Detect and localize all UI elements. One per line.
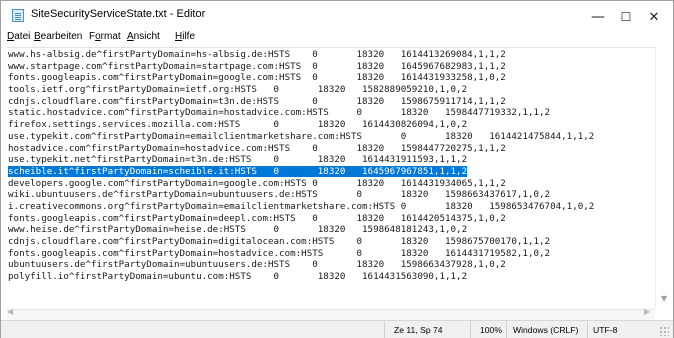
scroll-left-arrow-icon[interactable]: ◀ xyxy=(7,307,13,316)
text-line: www.heise.de^firstPartyDomain=heise.de:H… xyxy=(8,224,468,236)
menu-hilfe[interactable]: Hilfe xyxy=(175,31,195,42)
text-line: developers.google.com^firstPartyDomain=g… xyxy=(8,177,506,189)
text-line: use.typekit.com^firstPartyDomain=emailcl… xyxy=(8,130,595,142)
menu-bearbeiten[interactable]: Bearbeiten xyxy=(34,31,82,42)
text-line: wiki.ubuntuusers.de^firstPartyDomain=ubu… xyxy=(8,189,551,201)
window-title: SiteSecurityServiceState.txt - Editor xyxy=(31,8,206,20)
text-line: firefox.settings.services.mozilla.com:HS… xyxy=(8,119,468,131)
status-divider xyxy=(470,321,471,338)
menu-bar: Datei Bearbeiten Format Ansicht Hilfe xyxy=(1,29,673,47)
menu-ansicht-label: nsicht xyxy=(133,31,160,42)
editor-window: SiteSecurityServiceState.txt - Editor — … xyxy=(0,0,674,338)
status-divider xyxy=(506,321,507,338)
text-line: www.hs-albsig.de^firstPartyDomain=hs-alb… xyxy=(8,49,506,60)
menu-bearbeiten-label: earbeiten xyxy=(40,31,83,42)
scroll-down-arrow-icon[interactable]: ▼ xyxy=(661,294,667,303)
text-line: fonts.googleapis.com^firstPartyDomain=de… xyxy=(8,212,506,224)
menu-ansicht[interactable]: Ansicht xyxy=(127,31,160,42)
status-divider xyxy=(384,321,385,338)
line-ending: Windows (CRLF) xyxy=(513,325,579,335)
notepad-icon xyxy=(12,9,24,22)
text-line: hostadvice.com^firstPartyDomain=hostadvi… xyxy=(8,142,506,154)
menu-format[interactable]: Format xyxy=(89,31,121,42)
menu-datei-label: atei xyxy=(14,31,31,42)
text-line: tools.ietf.org^firstPartyDomain=ietf.org… xyxy=(8,84,468,96)
text-lines: www.hs-albsig.de^firstPartyDomain=hs-alb… xyxy=(8,49,594,283)
status-bar: Ze 11, Sp 74 100% Windows (CRLF) UTF-8 xyxy=(1,320,673,338)
vertical-scrollbar[interactable]: ▼ xyxy=(655,47,673,309)
text-line: cdnjs.cloudflare.com^firstPartyDomain=t3… xyxy=(8,95,506,107)
status-divider xyxy=(587,321,588,338)
zoom-level: 100% xyxy=(480,325,502,335)
text-area[interactable]: www.hs-albsig.de^firstPartyDomain=hs-alb… xyxy=(7,47,655,308)
text-line: static.hostadvice.com^firstPartyDomain=h… xyxy=(8,107,551,119)
title-bar[interactable]: SiteSecurityServiceState.txt - Editor — … xyxy=(1,1,673,29)
menu-bearbeiten-accel: B xyxy=(34,31,41,42)
menu-ansicht-accel: A xyxy=(127,31,134,42)
text-line: www.startpage.com^firstPartyDomain=start… xyxy=(8,60,506,72)
text-line: fonts.googleapis.com^firstPartyDomain=ho… xyxy=(8,247,551,259)
text-line: i.creativecommons.org^firstPartyDomain=e… xyxy=(8,200,595,212)
cursor-position: Ze 11, Sp 74 xyxy=(394,325,443,335)
text-selection[interactable]: scheible.it^firstPartyDomain=scheible.it… xyxy=(8,165,468,177)
scroll-right-arrow-icon[interactable]: ▶ xyxy=(644,307,650,316)
menu-hilfe-label: ilfe xyxy=(182,31,196,42)
selected-text-line: scheible.it^firstPartyDomain=scheible.it… xyxy=(8,165,594,178)
text-line: cdnjs.cloudflare.com^firstPartyDomain=di… xyxy=(8,236,551,247)
text-line: ubuntuusers.de^firstPartyDomain=ubuntuus… xyxy=(8,259,506,271)
text-line: fonts.googleapis.com^firstPartyDomain=go… xyxy=(8,72,506,84)
text-line: polyfill.io^firstPartyDomain=ubuntu.com:… xyxy=(8,271,468,283)
menu-datei[interactable]: Datei xyxy=(7,31,30,42)
encoding: UTF-8 xyxy=(593,325,618,335)
resize-grip-icon[interactable] xyxy=(659,326,669,336)
menu-format-label: rmat xyxy=(100,31,121,42)
horizontal-scrollbar[interactable]: ◀ ▶ xyxy=(7,307,655,320)
text-line: use.typekit.net^firstPartyDomain=t3n.de:… xyxy=(8,154,468,166)
